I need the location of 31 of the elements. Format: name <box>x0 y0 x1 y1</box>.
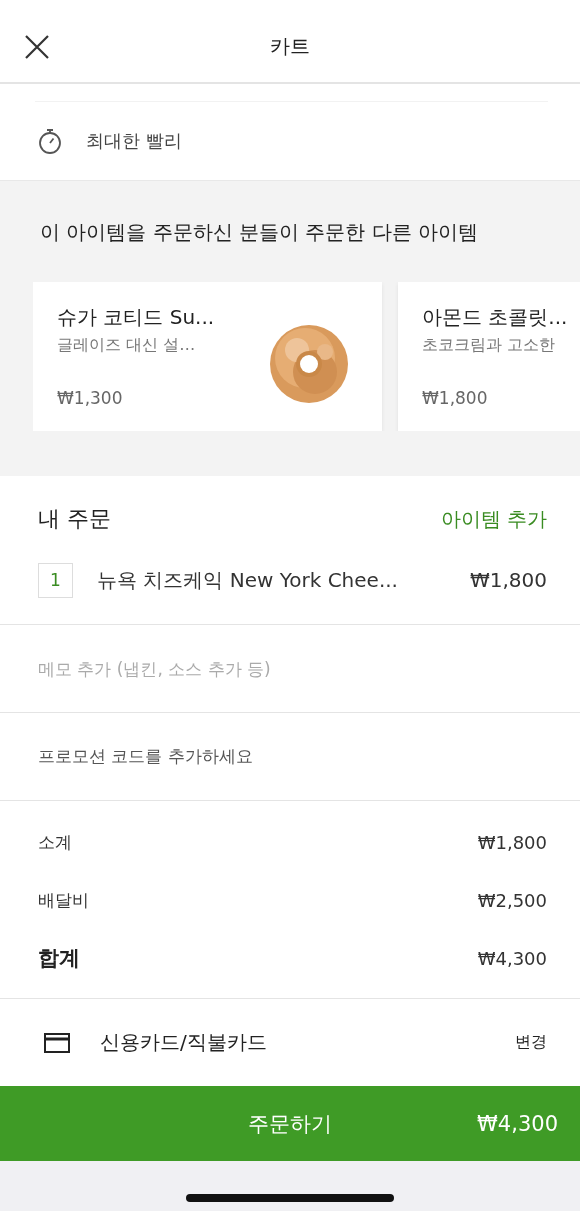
memo-field[interactable]: 메모 추가 (냅킨, 소스 추가 등) <box>38 658 518 679</box>
page-title: 카트 <box>270 32 310 60</box>
product-card[interactable]: 슈가 코티드 Su... 글레이즈 대신 설… ₩1,300 <box>33 282 382 431</box>
product-card[interactable]: 아몬드 초콜릿... 초코크림과 고소한 ₩1,800 <box>398 282 580 431</box>
change-link[interactable]: 변경 <box>515 1032 547 1053</box>
checkout-button[interactable]: 주문하기 ₩4,300 <box>0 1086 580 1161</box>
fee-label: 배달비 <box>38 888 89 912</box>
credit-card-icon <box>44 1032 70 1053</box>
fee-amount: ₩1,800 <box>477 831 547 853</box>
product-price: ₩1,800 <box>422 388 489 408</box>
item-name: 뉴욕 치즈케익 New York Chee... <box>97 566 399 594</box>
fee-label: 소계 <box>38 830 72 854</box>
product-name: 아몬드 초콜릿... <box>422 304 568 331</box>
product-price: ₩1,300 <box>57 388 124 408</box>
checkout-amount: ₩4,300 <box>477 1111 558 1136</box>
quantity-box[interactable]: 1 <box>38 562 73 598</box>
section-heading: 내 주문 <box>38 505 111 533</box>
item-price: ₩1,800 <box>469 568 547 592</box>
payment-method: 신용카드/직불카드 <box>100 1029 268 1056</box>
close-icon[interactable] <box>24 34 50 60</box>
product-description: 초코크림과 고소한 <box>422 335 557 356</box>
timer-icon <box>38 128 62 154</box>
section-heading: 이 아이템을 주문하신 분들이 주문한 다른 아이템 <box>40 219 480 246</box>
add-item-link[interactable]: 아이템 추가 <box>440 505 547 533</box>
fee-amount: ₩2,500 <box>477 889 547 911</box>
product-description: 글레이즈 대신 설… <box>57 335 197 356</box>
product-name: 슈가 코티드 Su... <box>57 304 215 331</box>
total-label: 합계 <box>38 945 80 972</box>
promo-code-link[interactable]: 프로모션 코드를 추가하세요 <box>0 713 580 801</box>
delivery-time: 최대한 빨리 <box>86 129 182 153</box>
total-amount: ₩4,300 <box>477 947 547 969</box>
